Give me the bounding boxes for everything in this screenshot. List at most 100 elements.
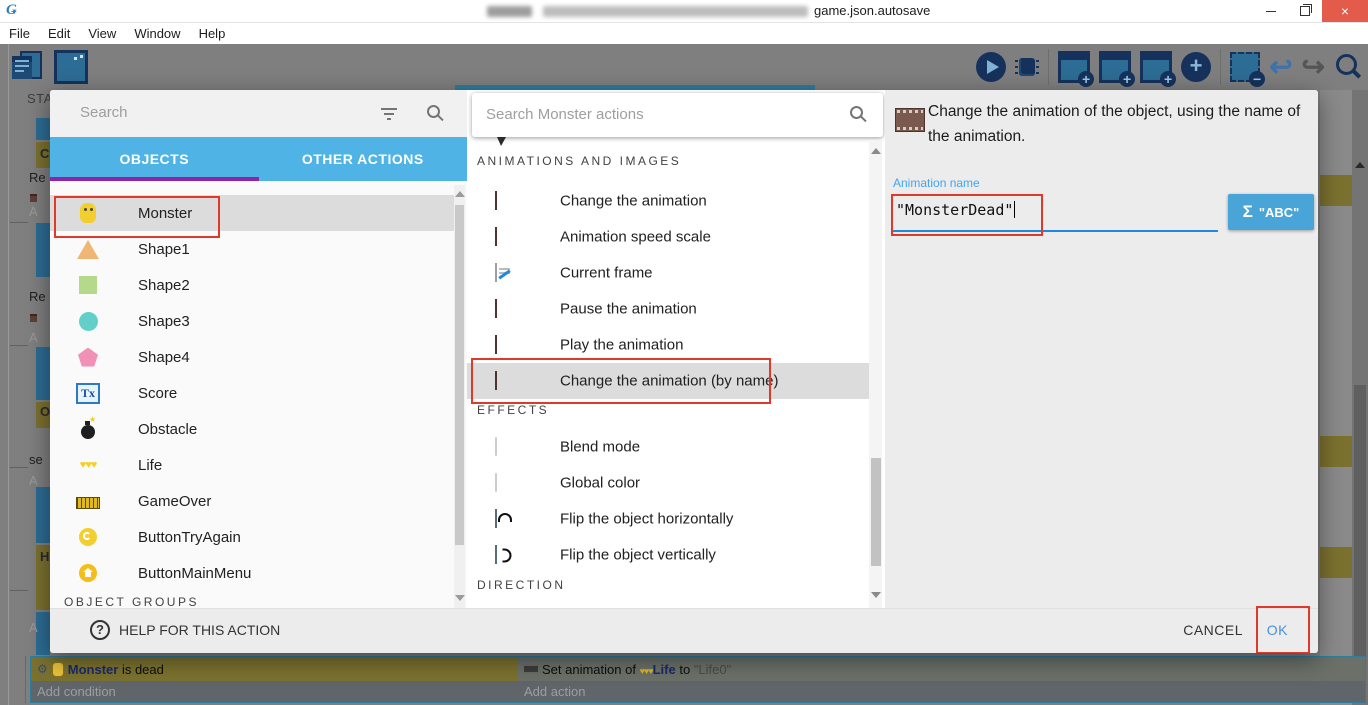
scrollbar-thumb[interactable] [871,458,881,566]
animation-name-label: Animation name [893,176,980,190]
event-conditions-cell[interactable]: ⚙ Monster is dead Add condition [31,657,518,702]
toolbar-separator [1048,49,1049,85]
add-object-icon[interactable]: + [1058,51,1090,83]
close-icon: × [1341,3,1349,19]
scene-editor-icon[interactable] [54,50,88,84]
action-row-flip-vertically[interactable]: Flip the object vertically [467,537,869,573]
event-indent-bar [36,118,50,140]
redo-icon[interactable]: ↪ [1302,52,1325,82]
home-button-icon [76,564,100,582]
add-event-icon[interactable]: + [1140,51,1172,83]
action-row-global-color[interactable]: Global color [467,465,869,501]
event-tree-tick [10,467,28,468]
scrollbar-thumb[interactable] [455,205,464,545]
objects-panel: Search OBJECTS OTHER ACTIONS Monster Sha… [50,90,467,608]
window-title: game.json.autosave [814,3,930,18]
cancel-button[interactable]: CANCEL [1183,622,1243,638]
object-row-obstacle[interactable]: Obstacle [50,411,455,447]
gdevelop-logo-icon: Ǥ [6,2,17,19]
play-icon[interactable] [976,52,1006,82]
restore-icon [1300,6,1310,16]
action-search-bar[interactable]: Search Monster actions [472,93,883,137]
debug-icon[interactable] [1015,54,1039,80]
selected-event-row[interactable]: ⚙ Monster is dead Add condition Set anim… [30,656,1366,703]
film-icon [495,192,497,210]
scroll-up-icon[interactable] [455,191,465,197]
actions-scrollbar[interactable] [869,140,882,608]
object-row-shape4[interactable]: Shape4 [50,339,455,375]
object-groups-header: OBJECT GROUPS [64,595,199,609]
action-row-blend-mode[interactable]: Blend mode [467,429,869,465]
help-for-this-action-link[interactable]: ? HELP FOR THIS ACTION [90,620,280,640]
event-text-fragment: H [40,549,49,564]
bomb-icon [76,420,100,439]
close-button[interactable]: × [1322,0,1368,22]
menu-window[interactable]: Window [125,26,189,41]
action-value: "Life0" [694,662,731,677]
triangle-icon [76,240,100,259]
highlighted-event [1320,175,1352,206]
redacted-title-segment [543,6,808,17]
action-row-pause-animation[interactable]: Pause the animation [467,291,869,327]
objects-scrollbar[interactable] [454,185,465,608]
scroll-down-icon[interactable] [871,592,881,598]
object-row-shape2[interactable]: Shape2 [50,267,455,303]
menu-view[interactable]: View [79,26,125,41]
retry-button-icon [76,528,100,546]
object-row-life[interactable]: ♥♥♥ Life [50,447,455,483]
action-description: Change the animation of the object, usin… [928,99,1313,149]
object-row-shape3[interactable]: Shape3 [50,303,455,339]
add-condition-link[interactable]: Add condition [31,681,518,702]
condition-icon-fragment [30,314,37,322]
highlighted-event [1320,547,1352,578]
restore-button[interactable] [1288,0,1322,22]
object-row-gameover[interactable]: GameOver [50,483,455,519]
menu-edit[interactable]: Edit [39,26,79,41]
object-row-buttontryagain[interactable]: ButtonTryAgain [50,519,455,555]
event-tree-tick [10,345,28,346]
scroll-down-icon[interactable] [455,595,465,601]
scroll-up-icon[interactable] [1355,162,1365,168]
search-events-icon[interactable] [1334,52,1362,82]
add-scene-icon[interactable]: + [1099,51,1131,83]
remove-event-icon[interactable]: − [1230,52,1260,82]
flip-vertical-icon [495,546,497,564]
life-object-icon: ♥♥♥ [640,666,653,676]
object-row-buttonmainmenu[interactable]: ButtonMainMenu [50,555,455,591]
banner-icon [76,493,100,509]
palette-icon [495,474,497,492]
add-action-link[interactable]: Add action [518,681,1365,702]
action-search-input[interactable]: Search Monster actions [486,106,644,123]
menu-file[interactable]: File [0,26,39,41]
expression-builder-button[interactable]: Σ "ABC" [1228,194,1314,230]
event-text-fragment: A [29,473,38,488]
action-text-before: Set animation of [542,662,640,677]
object-search-bar[interactable]: Search [50,90,467,138]
object-search-input[interactable]: Search [80,104,128,121]
filter-icon[interactable] [381,108,397,120]
scroll-up-icon[interactable] [871,148,881,154]
action-row-animation-speed-scale[interactable]: Animation speed scale [467,219,869,255]
circle-icon [76,312,100,331]
object-row-score[interactable]: Tx Score [50,375,455,411]
event-sheet-scrollbar[interactable] [1352,90,1368,705]
annotation-box-animation-name [891,194,1043,236]
action-row-change-animation[interactable]: Change the animation [467,183,869,219]
action-row-flip-horizontally[interactable]: Flip the object horizontally [467,501,869,537]
undo-icon[interactable]: ↩ [1269,52,1292,82]
minimize-button[interactable] [1254,0,1288,22]
event-text-fragment: O [40,404,50,419]
project-manager-icon[interactable] [12,51,42,83]
highlighted-event [1320,436,1352,467]
search-icon[interactable] [427,105,444,122]
action-row-current-frame[interactable]: Current frame [467,255,869,291]
event-indent-bar [36,487,50,543]
menu-help[interactable]: Help [190,26,235,41]
add-icon[interactable]: + [1181,52,1211,82]
scrollbar-thumb[interactable] [1354,385,1366,685]
tab-other-actions[interactable]: OTHER ACTIONS [259,137,468,181]
event-actions-cell[interactable]: Set animation of ♥♥♥Life to "Life0" Add … [518,657,1365,702]
tab-objects[interactable]: OBJECTS [50,137,259,181]
toolbar-separator [1220,49,1221,85]
event-text-fragment: C [40,146,49,161]
